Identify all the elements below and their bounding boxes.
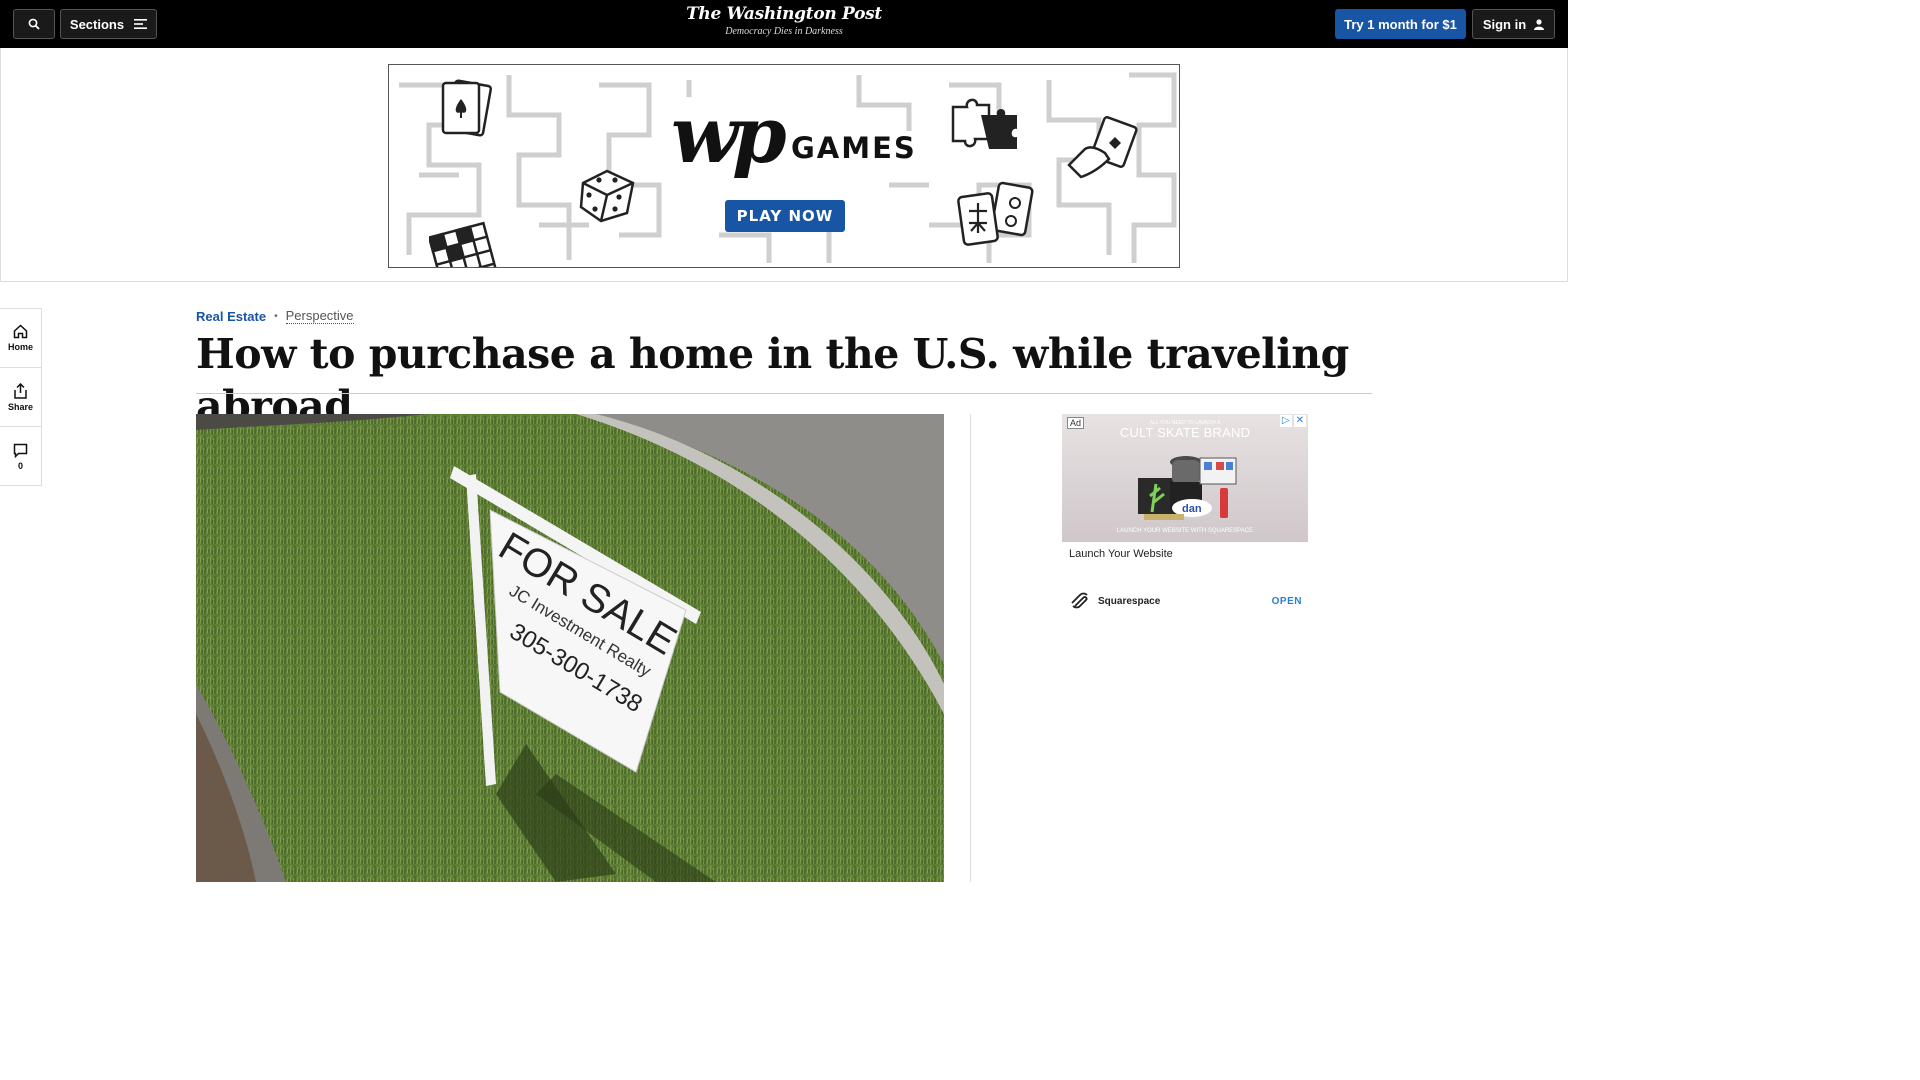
ad-sponsor-name: Squarespace [1098,595,1161,607]
article-action-rail: Home Share 0 [0,308,42,486]
headline-divider [196,393,1372,394]
squarespace-ad[interactable]: ALL YOU NEED TO LAUNCH A CULT SKATE BRAN… [1062,414,1308,620]
section-link[interactable]: Real Estate [196,309,266,324]
ad-visual: ALL YOU NEED TO LAUNCH A CULT SKATE BRAN… [1062,414,1308,542]
subscribe-button[interactable]: Try 1 month for $1 [1335,9,1466,39]
dice-icon [579,169,635,223]
ad-brand-line: CULT SKATE BRAND [1119,425,1251,440]
hand-card-icon [1067,116,1138,179]
svg-text:dan: dan [1182,503,1202,515]
ad-badge: Ad [1067,417,1085,429]
share-rail-button[interactable]: Share [0,368,41,427]
ad-bottom-text: LAUNCH YOUR WEBSITE WITH SQUARESPACE [1116,528,1254,534]
share-icon [14,382,27,399]
home-rail-button[interactable]: Home [0,309,41,368]
ad-sponsor[interactable]: Squarespace [1069,592,1160,610]
comments-count: 0 [17,460,23,471]
user-icon [1534,18,1545,30]
ad-open-button[interactable]: OPEN [1272,596,1302,607]
home-icon [13,324,28,339]
sign-in-label: Sign in [1482,16,1527,32]
playing-card-icon [441,79,493,137]
crossword-icon [429,221,500,267]
logo-tagline: Democracy Dies in Darkness [725,26,843,37]
puzzle-piece-icon [951,98,1017,149]
mahjong-tiles-icon [957,181,1034,246]
logo-name: The Washington Post [686,4,882,24]
top-nav-bar: Sections The Washington Post Democracy D… [0,0,1568,48]
wp-games-ad[interactable]: wp GAMES PLAY NOW [388,64,1180,268]
close-ad-icon[interactable]: ✕ [1293,415,1306,427]
comments-rail-button[interactable]: 0 [0,427,41,486]
ad-headline[interactable]: Launch Your Website [1069,548,1173,560]
play-now-button[interactable]: PLAY NOW [725,200,845,232]
wp-games-title: GAMES [787,131,921,165]
article-kicker: Real Estate • Perspective [196,308,354,324]
share-rail-label: Share [7,401,33,412]
kicker-separator: • [274,310,278,322]
lead-photo[interactable]: FOR SALE JC Investment Realty 305-300-17… [196,414,944,882]
adchoices-icon[interactable]: ▷ [1279,415,1292,427]
squarespace-logo-icon [1071,592,1088,609]
ad-choices[interactable]: ▷ ✕ [1279,415,1306,427]
wp-games-logo: wp [667,97,787,175]
perspective-label[interactable]: Perspective [285,308,354,324]
for-sale-sign-photo: FOR SALE JC Investment Realty 305-300-17… [196,414,944,882]
rail-divider [970,414,971,882]
site-logo[interactable]: The Washington Post Democracy Dies in Da… [0,4,1568,37]
home-rail-label: Home [7,342,33,352]
ad-product-collage: dan [1138,456,1237,520]
sign-in-button[interactable]: Sign in [1472,9,1555,39]
comment-icon [13,443,28,458]
